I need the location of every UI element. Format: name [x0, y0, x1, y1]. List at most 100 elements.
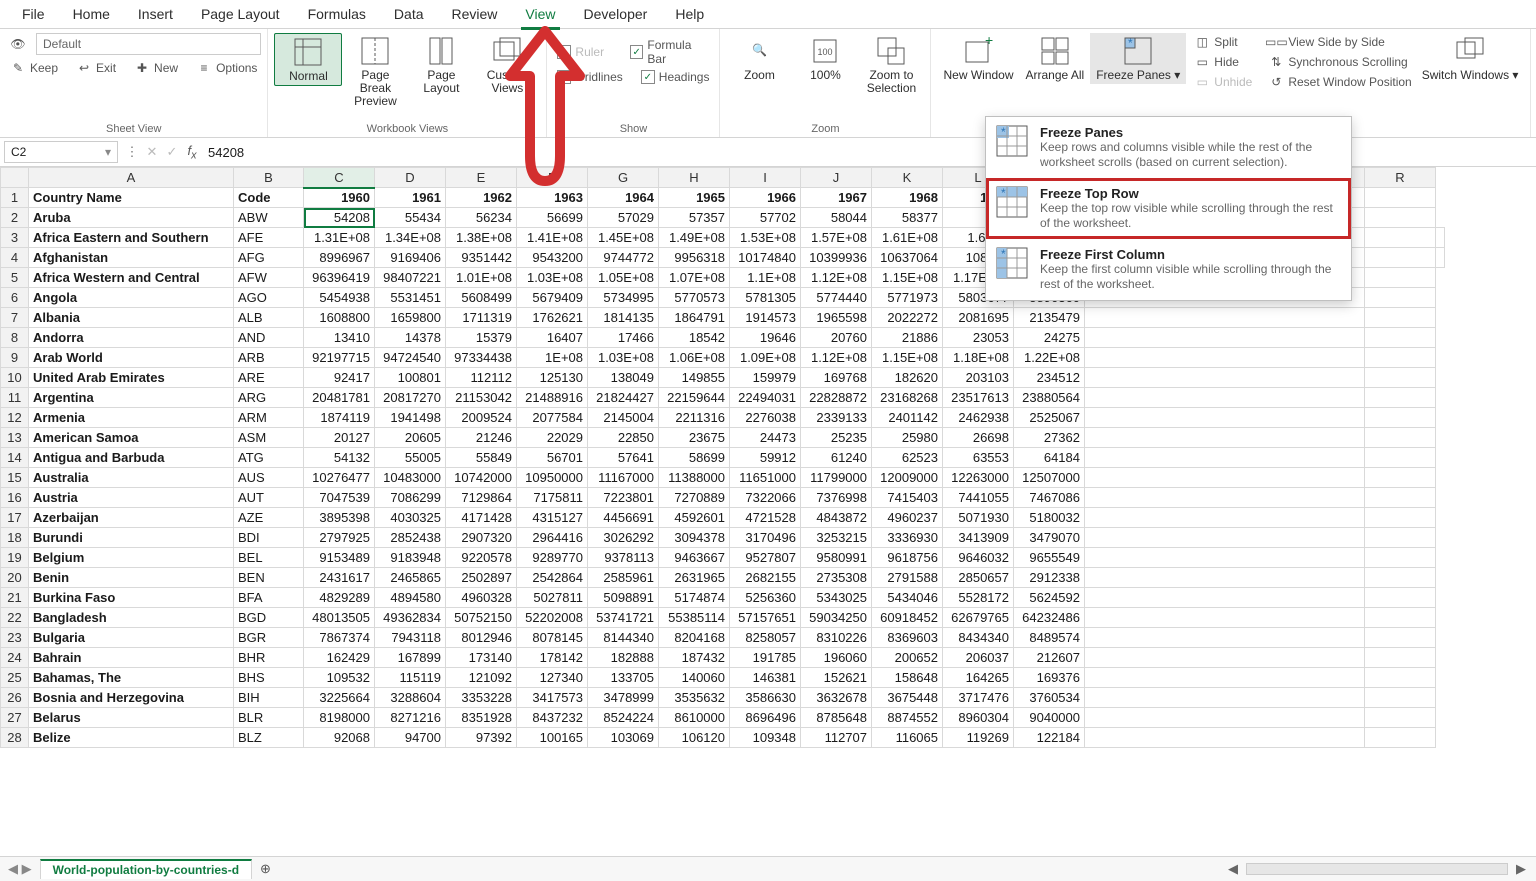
cell[interactable]: 5343025	[801, 588, 872, 608]
cell[interactable]: United Arab Emirates	[29, 368, 234, 388]
cell[interactable]: 4894580	[375, 588, 446, 608]
cell[interactable]: 3288604	[375, 688, 446, 708]
cell[interactable]: 169768	[801, 368, 872, 388]
cell[interactable]: 3675448	[872, 688, 943, 708]
select-all-corner[interactable]	[1, 168, 29, 188]
menu-file[interactable]: File	[8, 2, 59, 26]
cell[interactable]: 8434340	[943, 628, 1014, 648]
cell[interactable]: 3253215	[801, 528, 872, 548]
cell[interactable]: Country Name	[29, 188, 234, 208]
menu-insert[interactable]: Insert	[124, 2, 187, 26]
menu-view[interactable]: View	[511, 2, 569, 26]
row-header-5[interactable]: 5	[1, 268, 29, 288]
cell[interactable]: 5531451	[375, 288, 446, 308]
cell[interactable]: 4960237	[872, 508, 943, 528]
cell[interactable]: 2631965	[659, 568, 730, 588]
scroll-left-icon[interactable]: ◀	[1228, 861, 1238, 877]
cell[interactable]: 57641	[588, 448, 659, 468]
col-header-G[interactable]: G	[588, 168, 659, 188]
cell[interactable]: Aruba	[29, 208, 234, 228]
cell[interactable]: 115119	[375, 668, 446, 688]
cell[interactable]: 1964	[588, 188, 659, 208]
cell[interactable]: Armenia	[29, 408, 234, 428]
cell[interactable]: 2502897	[446, 568, 517, 588]
cell[interactable]: 9527807	[730, 548, 801, 568]
cell[interactable]: 8960304	[943, 708, 1014, 728]
fx-icon[interactable]: fx	[182, 143, 202, 162]
cell[interactable]: 3170496	[730, 528, 801, 548]
cell[interactable]: ARB	[234, 348, 304, 368]
cell[interactable]: 3895398	[304, 508, 375, 528]
cell[interactable]: 3336930	[872, 528, 943, 548]
cell[interactable]: 23517613	[943, 388, 1014, 408]
cell[interactable]: 21886	[872, 328, 943, 348]
cell[interactable]: 7376998	[801, 488, 872, 508]
cell[interactable]: ALB	[234, 308, 304, 328]
cell[interactable]: 2542864	[517, 568, 588, 588]
cell[interactable]: 3479070	[1014, 528, 1085, 548]
cell[interactable]: 9183948	[375, 548, 446, 568]
cell[interactable]: 2135479	[1014, 308, 1085, 328]
cell[interactable]: Belgium	[29, 548, 234, 568]
cell[interactable]: 10399936	[801, 248, 872, 268]
cell[interactable]: 169376	[1014, 668, 1085, 688]
cell[interactable]: 182620	[872, 368, 943, 388]
cell[interactable]: 56701	[517, 448, 588, 468]
cell[interactable]: 58377	[872, 208, 943, 228]
cell[interactable]: 8198000	[304, 708, 375, 728]
cell[interactable]: 3717476	[943, 688, 1014, 708]
cell[interactable]: 8012946	[446, 628, 517, 648]
cell[interactable]: 1659800	[375, 308, 446, 328]
cell[interactable]: 2081695	[943, 308, 1014, 328]
cell[interactable]: 1874119	[304, 408, 375, 428]
cell[interactable]: 64184	[1014, 448, 1085, 468]
cell[interactable]: 5174874	[659, 588, 730, 608]
cell[interactable]: 2145004	[588, 408, 659, 428]
cell[interactable]: 1.1E+08	[730, 268, 801, 288]
cell[interactable]: Benin	[29, 568, 234, 588]
cell[interactable]: 98407221	[375, 268, 446, 288]
menu-help[interactable]: Help	[661, 2, 718, 26]
cell[interactable]: 9289770	[517, 548, 588, 568]
cell[interactable]: 2585961	[588, 568, 659, 588]
cell[interactable]: 1E+08	[517, 348, 588, 368]
cell[interactable]: 56699	[517, 208, 588, 228]
cell[interactable]: 112112	[446, 368, 517, 388]
cell[interactable]: 1.03E+08	[588, 348, 659, 368]
cell[interactable]: ARM	[234, 408, 304, 428]
cell[interactable]: 10276477	[304, 468, 375, 488]
cell[interactable]: 8996967	[304, 248, 375, 268]
cell[interactable]: 5781305	[730, 288, 801, 308]
cell[interactable]: Afghanistan	[29, 248, 234, 268]
cell[interactable]: Andorra	[29, 328, 234, 348]
new-button[interactable]: ✚New	[130, 59, 182, 77]
cell[interactable]: ARE	[234, 368, 304, 388]
cell[interactable]: 57157651	[730, 608, 801, 628]
cell[interactable]: Burundi	[29, 528, 234, 548]
cell[interactable]: 140060	[659, 668, 730, 688]
cell[interactable]: Albania	[29, 308, 234, 328]
cell[interactable]: 1.12E+08	[801, 348, 872, 368]
cell[interactable]: 109348	[730, 728, 801, 748]
cell[interactable]: 1.01E+08	[446, 268, 517, 288]
keep-button[interactable]: ✎Keep	[6, 59, 62, 77]
cell[interactable]: 5528172	[943, 588, 1014, 608]
cell[interactable]: 3632678	[801, 688, 872, 708]
cell[interactable]: 2009524	[446, 408, 517, 428]
cell[interactable]: 9543200	[517, 248, 588, 268]
cell[interactable]: 8258057	[730, 628, 801, 648]
cell[interactable]: BLR	[234, 708, 304, 728]
col-header-I[interactable]: I	[730, 168, 801, 188]
cell[interactable]: 9153489	[304, 548, 375, 568]
cell[interactable]: Bulgaria	[29, 628, 234, 648]
cell[interactable]: 25235	[801, 428, 872, 448]
cell[interactable]: 1.31E+08	[304, 228, 375, 248]
row-header-13[interactable]: 13	[1, 428, 29, 448]
cell[interactable]: 2276038	[730, 408, 801, 428]
cell[interactable]: 9744772	[588, 248, 659, 268]
cell[interactable]: 2735308	[801, 568, 872, 588]
cell[interactable]: 64232486	[1014, 608, 1085, 628]
cell[interactable]: 10950000	[517, 468, 588, 488]
cell[interactable]: 3353228	[446, 688, 517, 708]
split-button[interactable]: ◫Split	[1190, 33, 1256, 51]
